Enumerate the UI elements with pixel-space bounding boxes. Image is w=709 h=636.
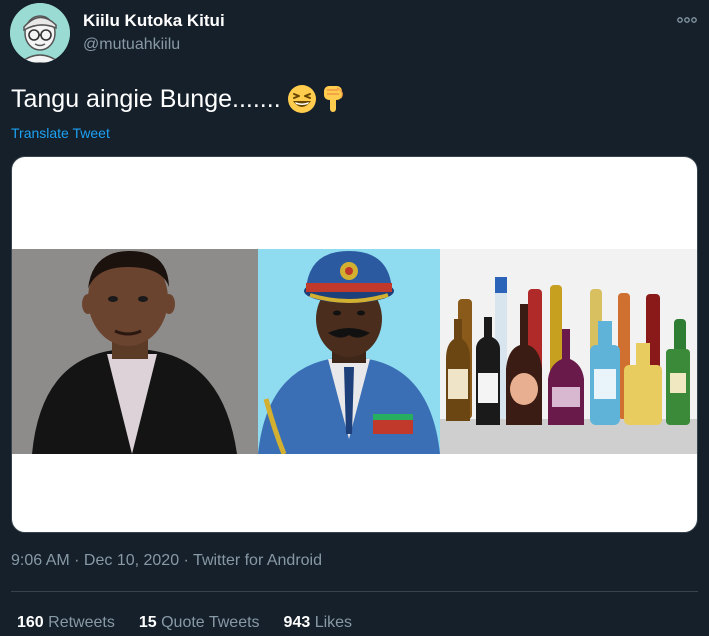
display-name[interactable]: Kiilu Kutoka Kitui — [83, 11, 225, 31]
retweets-label: Retweets — [48, 614, 115, 631]
grinning-squinting-face-emoji — [287, 85, 316, 113]
quote-tweets-stat[interactable]: 15 Quote Tweets — [139, 614, 260, 632]
tweet-text: Tangu aingie Bunge....... — [11, 84, 349, 114]
quote-tweets-label: Quote Tweets — [161, 614, 260, 631]
tweet-media[interactable] — [11, 156, 698, 533]
tweet-source[interactable]: Twitter for Android — [193, 552, 322, 569]
retweets-stat[interactable]: 160 Retweets — [17, 614, 115, 632]
avatar[interactable] — [10, 3, 70, 63]
likes-stat[interactable]: 943 Likes — [284, 614, 353, 632]
avatar-illustration — [10, 3, 70, 63]
military-general-photo — [258, 249, 440, 454]
more-options-button[interactable] — [672, 8, 702, 32]
tweet-stats: 160 Retweets 15 Quote Tweets 943 Likes — [17, 614, 376, 632]
separator-dot: · — [69, 552, 84, 569]
tweet-body: Tangu aingie Bunge....... — [11, 84, 281, 113]
likes-label: Likes — [314, 614, 353, 631]
quote-tweets-count: 15 — [138, 614, 157, 631]
liquor-bottles-photo — [440, 249, 697, 454]
user-handle[interactable]: @mutuahkiilu — [83, 36, 180, 54]
tweet-time[interactable]: 9:06 AM — [11, 552, 70, 569]
media-image-strip — [12, 249, 697, 454]
tweet-date[interactable]: Dec 10, 2020 — [84, 552, 179, 569]
man-in-suit-photo — [12, 249, 258, 454]
backhand-index-pointing-down-emoji — [323, 86, 343, 112]
military-general-illustration — [258, 249, 440, 454]
tweet-timestamp: 9:06 AM · Dec 10, 2020 · Twitter for And… — [11, 552, 322, 570]
likes-count: 943 — [283, 614, 311, 631]
man-in-suit-illustration — [12, 249, 258, 454]
separator-dot: · — [179, 552, 194, 569]
translate-tweet-link[interactable]: Translate Tweet — [11, 125, 110, 141]
more-dots-icon — [677, 17, 697, 23]
divider — [11, 591, 698, 592]
liquor-bottles-illustration — [440, 249, 697, 454]
retweets-count: 160 — [17, 614, 44, 631]
tweet-detail: Kiilu Kutoka Kitui @mutuahkiilu Tangu ai… — [0, 0, 709, 636]
